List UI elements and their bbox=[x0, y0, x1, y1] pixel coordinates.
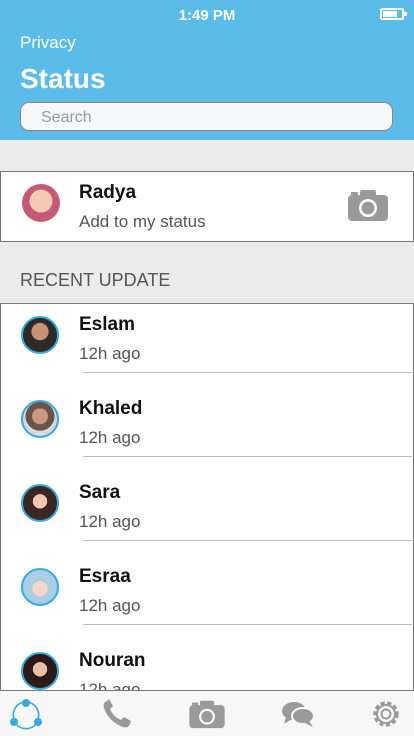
status-bar: 1:49 PM bbox=[0, 0, 414, 30]
update-time: 12h ago bbox=[79, 344, 141, 363]
camera-icon bbox=[189, 700, 225, 729]
battery-icon bbox=[380, 8, 407, 20]
status-icon bbox=[10, 699, 42, 730]
avatar bbox=[21, 316, 59, 354]
chats-icon bbox=[282, 702, 315, 727]
update-time: 12h ago bbox=[79, 428, 141, 447]
tab-settings[interactable] bbox=[366, 697, 406, 731]
update-time: 12h ago bbox=[79, 512, 141, 531]
row-divider bbox=[83, 624, 412, 625]
row-divider bbox=[83, 456, 412, 457]
section-header: RECENT UPDATE bbox=[0, 242, 414, 304]
list-item[interactable]: Khaled 12h ago bbox=[1, 388, 413, 472]
avatar bbox=[21, 568, 59, 606]
list-item[interactable]: Eslam 12h ago bbox=[1, 304, 413, 388]
my-status-name: Radya bbox=[79, 182, 137, 203]
navigation-header: Privacy Status bbox=[0, 30, 414, 140]
recent-updates-list[interactable]: Eslam 12h ago Khaled 12h ago Sara 12h ag… bbox=[0, 303, 414, 692]
tab-status[interactable] bbox=[6, 697, 46, 731]
row-divider bbox=[83, 540, 412, 541]
tab-bar bbox=[0, 690, 414, 736]
clock: 1:49 PM bbox=[178, 7, 236, 24]
row-divider bbox=[83, 372, 412, 373]
tab-calls[interactable] bbox=[97, 697, 137, 731]
tab-camera[interactable] bbox=[186, 697, 228, 731]
contact-name: Nouran bbox=[79, 650, 146, 671]
avatar bbox=[21, 484, 59, 522]
back-button-privacy[interactable]: Privacy bbox=[20, 33, 76, 53]
contact-name: Sara bbox=[79, 482, 121, 503]
my-status-row[interactable]: Radya Add to my status bbox=[0, 171, 414, 242]
avatar bbox=[22, 184, 60, 222]
search-input[interactable] bbox=[39, 103, 363, 132]
avatar bbox=[21, 400, 59, 438]
list-item[interactable]: Esraa 12h ago bbox=[1, 556, 413, 640]
camera-icon[interactable] bbox=[347, 188, 389, 222]
contact-name: Eslam bbox=[79, 314, 135, 335]
search-bar[interactable] bbox=[20, 102, 393, 132]
page-title: Status bbox=[20, 63, 106, 94]
section-title: RECENT UPDATE bbox=[20, 270, 171, 290]
settings-gear-icon bbox=[373, 701, 399, 727]
tab-chats[interactable] bbox=[278, 697, 318, 731]
avatar bbox=[21, 652, 59, 690]
spacer bbox=[0, 140, 414, 171]
contact-name: Khaled bbox=[79, 398, 143, 419]
update-time: 12h ago bbox=[79, 596, 141, 615]
add-to-status-label: Add to my status bbox=[79, 212, 206, 231]
contact-name: Esraa bbox=[79, 566, 131, 587]
list-item[interactable]: Sara 12h ago bbox=[1, 472, 413, 556]
list-item[interactable]: Nouran 12h ago bbox=[1, 640, 413, 692]
phone-icon bbox=[103, 699, 131, 728]
